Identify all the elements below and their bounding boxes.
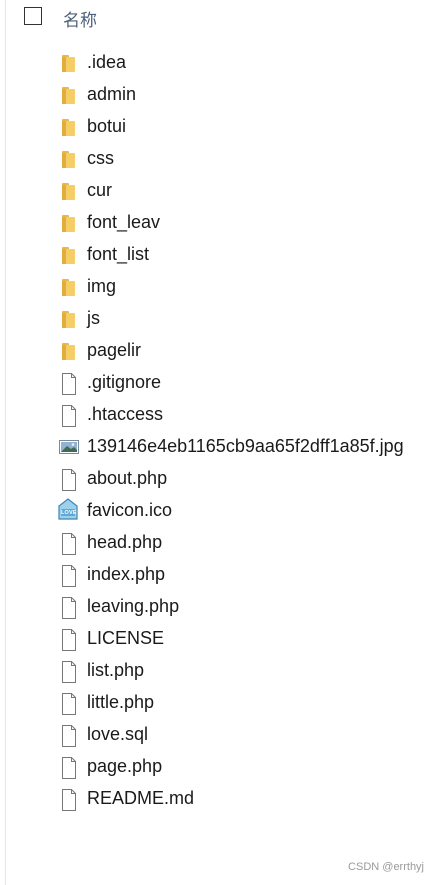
name-column-header[interactable]: 名称	[63, 6, 97, 31]
folder-icon	[59, 149, 79, 169]
file-name: leaving.php	[87, 596, 180, 616]
file-icon	[59, 757, 79, 779]
file-icon	[59, 725, 79, 747]
file-name: about.php	[87, 468, 168, 488]
file-icon	[59, 373, 79, 395]
file-name: pagelir	[87, 340, 142, 360]
file-row[interactable]: font_leav	[0, 207, 438, 239]
folder-icon	[59, 341, 79, 361]
file-icon	[59, 597, 79, 619]
file-row[interactable]: leaving.php	[0, 591, 438, 623]
file-icon	[59, 533, 79, 555]
file-icon	[59, 565, 79, 587]
file-name: LICENSE	[87, 628, 165, 648]
file-row[interactable]: .htaccess	[0, 399, 438, 431]
file-icon	[59, 469, 79, 491]
file-icon	[59, 629, 79, 651]
sort-up-icon: ^	[236, 0, 241, 5]
file-name: cur	[87, 180, 113, 200]
file-name: little.php	[87, 692, 155, 712]
folder-icon	[59, 213, 79, 233]
file-name: head.php	[87, 532, 163, 552]
watermark: CSDN @errthyj	[348, 861, 424, 873]
file-name: index.php	[87, 564, 166, 584]
column-header: 名称 ^	[0, 0, 438, 36]
folder-icon	[59, 245, 79, 265]
file-name: font_list	[87, 244, 150, 264]
file-row[interactable]: botui	[0, 111, 438, 143]
file-name: .idea	[87, 52, 127, 72]
file-row[interactable]: list.php	[0, 655, 438, 687]
file-name: font_leav	[87, 212, 161, 232]
file-row[interactable]: LICENSE	[0, 623, 438, 655]
file-name: css	[87, 148, 114, 168]
file-icon	[59, 693, 79, 715]
file-row[interactable]: font_list	[0, 239, 438, 271]
file-row[interactable]: page.php	[0, 751, 438, 783]
file-row[interactable]: about.php	[0, 463, 438, 495]
file-name: .htaccess	[87, 404, 164, 424]
file-row[interactable]: cur	[0, 175, 438, 207]
file-name: favicon.ico	[87, 500, 173, 520]
file-row[interactable]: pagelir	[0, 335, 438, 367]
file-name: img	[87, 276, 117, 296]
file-row[interactable]: little.php	[0, 687, 438, 719]
file-row[interactable]: 139146e4eb1165cb9aa65f2dff1a85f.jpg	[0, 431, 438, 463]
file-row[interactable]: head.php	[0, 527, 438, 559]
image-file-icon	[59, 437, 79, 457]
file-row[interactable]: love.sql	[0, 719, 438, 751]
file-name: page.php	[87, 756, 163, 776]
file-icon	[59, 661, 79, 683]
file-name: admin	[87, 84, 137, 104]
file-row[interactable]: README.md	[0, 783, 438, 815]
folder-icon	[59, 181, 79, 201]
favicon-label: LOVE	[61, 510, 77, 516]
file-row[interactable]: admin	[0, 79, 438, 111]
file-icon	[59, 405, 79, 427]
file-row[interactable]: img	[0, 271, 438, 303]
folder-icon	[59, 117, 79, 137]
file-name: botui	[87, 116, 127, 136]
folder-icon	[59, 309, 79, 329]
file-row[interactable]: .gitignore	[0, 367, 438, 399]
folder-icon	[59, 85, 79, 105]
folder-icon	[59, 53, 79, 73]
file-row[interactable]: index.php	[0, 559, 438, 591]
folder-icon	[59, 277, 79, 297]
select-all-checkbox[interactable]	[24, 7, 42, 25]
file-row[interactable]: css	[0, 143, 438, 175]
file-name: .gitignore	[87, 372, 162, 392]
file-name: README.md	[87, 788, 195, 808]
file-row[interactable]: LOVE favicon.ico	[0, 495, 438, 527]
file-icon	[59, 789, 79, 811]
file-name: 139146e4eb1165cb9aa65f2dff1a85f.jpg	[87, 436, 404, 456]
file-name: js	[87, 308, 100, 328]
file-row[interactable]: .idea	[0, 47, 438, 79]
file-name: love.sql	[87, 724, 149, 744]
love-favicon-icon: LOVE	[58, 498, 79, 521]
file-list: .idea admin botui css cur font_leav font_listi…	[0, 47, 438, 815]
file-name: list.php	[87, 660, 145, 680]
file-row[interactable]: js	[0, 303, 438, 335]
